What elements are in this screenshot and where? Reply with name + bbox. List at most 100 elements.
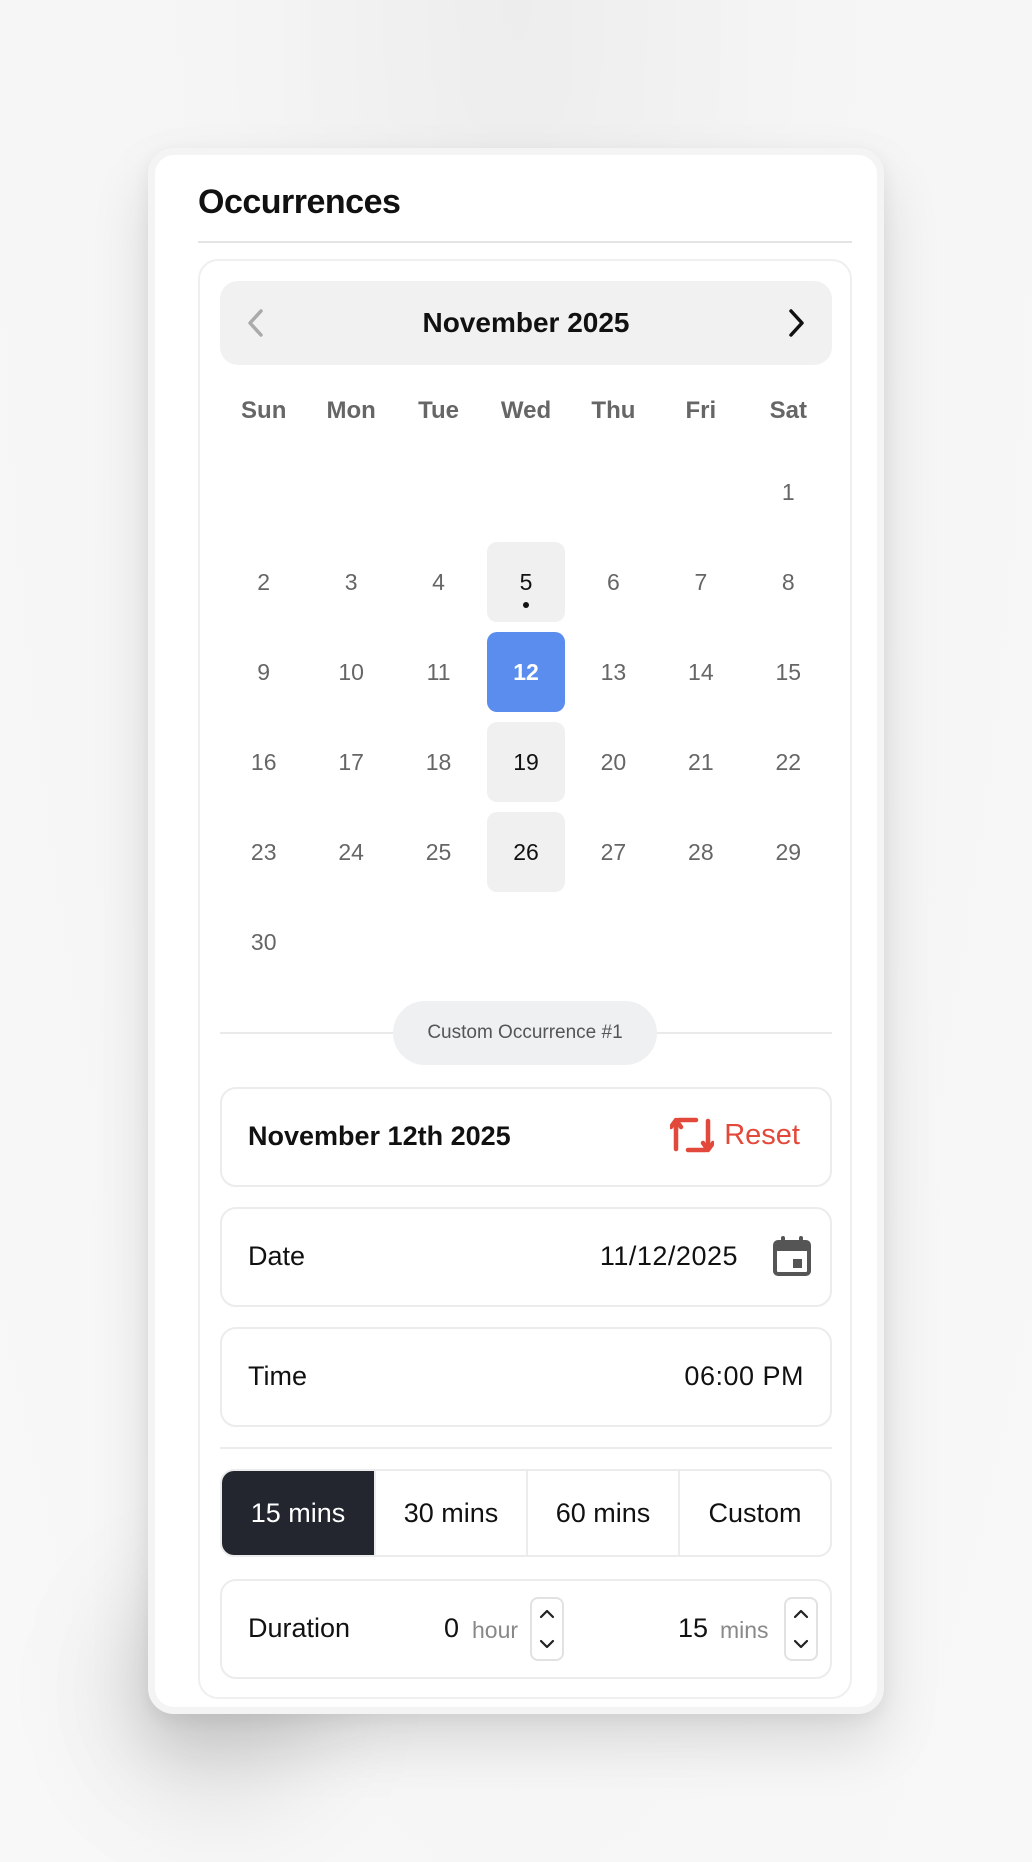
day-6[interactable]: 6 [574, 542, 652, 622]
day-number: 8 [781, 568, 795, 595]
empty-day-cell [220, 447, 307, 537]
day-number: 5 [519, 568, 533, 595]
day-19[interactable]: 19 [486, 722, 565, 802]
day-20[interactable]: 20 [574, 722, 652, 802]
day-number: 27 [600, 838, 627, 865]
minutes-increment-button[interactable] [786, 1599, 816, 1629]
hours-decrement-button[interactable] [532, 1629, 562, 1659]
day-number: 26 [513, 838, 539, 865]
empty-day-cell [307, 447, 394, 537]
day-23[interactable]: 23 [225, 812, 303, 892]
chevron-down-icon [539, 1639, 555, 1649]
preset-15-mins[interactable]: 15 mins [222, 1471, 374, 1555]
duration-presets: 15 mins 30 mins 60 mins Custom [220, 1469, 832, 1557]
day-cell: 8 [745, 537, 832, 627]
time-field[interactable]: Time 06:00 PM [220, 1327, 832, 1427]
day-3[interactable]: 3 [312, 542, 390, 622]
minutes-value[interactable]: 15 [678, 1613, 708, 1644]
day-cell: 16 [220, 717, 307, 807]
preset-custom[interactable]: Custom [678, 1471, 830, 1555]
title-divider [198, 241, 852, 243]
day-9[interactable]: 9 [225, 632, 303, 712]
day-number: 17 [338, 748, 364, 775]
day-29[interactable]: 29 [749, 812, 827, 892]
day-cell: 14 [657, 627, 744, 717]
day-7[interactable]: 7 [662, 542, 740, 622]
panel-title: Occurrences [198, 183, 401, 221]
repeat-icon [670, 1117, 715, 1153]
day-16[interactable]: 16 [225, 722, 303, 802]
empty-day-cell [657, 447, 744, 537]
day-number: 25 [425, 838, 452, 865]
chevron-right-icon [789, 309, 804, 337]
weekday-sun: Sun [241, 397, 287, 424]
day-number: 14 [688, 658, 714, 685]
weekday-header: Sun Mon Tue Wed Thu Fri Sat [220, 397, 832, 433]
day-17[interactable]: 17 [312, 722, 390, 802]
day-30[interactable]: 30 [225, 902, 303, 982]
section-divider [220, 1447, 832, 1449]
day-cell: 22 [745, 717, 832, 807]
day-22[interactable]: 22 [749, 722, 827, 802]
day-number: 20 [600, 748, 627, 775]
day-12[interactable]: 12 [486, 632, 565, 712]
day-14[interactable]: 14 [662, 632, 740, 712]
day-number: 7 [694, 568, 708, 595]
date-value[interactable]: 11/12/2025 [600, 1241, 738, 1272]
day-5[interactable]: 5 [486, 542, 565, 622]
time-label: Time [248, 1361, 307, 1391]
day-number: 11 [426, 658, 451, 685]
reset-button[interactable]: Reset [670, 1115, 800, 1155]
day-number: 1 [781, 478, 795, 505]
weekday-wed: Wed [500, 397, 552, 424]
day-number: 24 [338, 838, 364, 865]
day-cell: 17 [307, 717, 394, 807]
chevron-down-icon [793, 1639, 809, 1649]
day-8[interactable]: 8 [749, 542, 827, 622]
day-26[interactable]: 26 [486, 812, 565, 892]
reset-label: Reset [724, 1118, 800, 1151]
occurrence-header-row: November 12th 2025 Reset [220, 1087, 832, 1187]
day-4[interactable]: 4 [400, 542, 478, 622]
hours-increment-button[interactable] [532, 1599, 562, 1629]
empty-day-cell [482, 447, 569, 537]
day-cell: 23 [220, 807, 307, 897]
day-1[interactable]: 1 [749, 452, 827, 532]
day-number: 30 [250, 928, 277, 955]
day-21[interactable]: 21 [662, 722, 740, 802]
day-cell: 7 [657, 537, 744, 627]
day-cell: 27 [570, 807, 657, 897]
day-number: 16 [250, 748, 277, 775]
minutes-stepper [784, 1597, 818, 1661]
day-11[interactable]: 11 [400, 632, 478, 712]
minutes-decrement-button[interactable] [786, 1629, 816, 1659]
day-number: 19 [513, 748, 539, 775]
duration-label: Duration [248, 1613, 351, 1643]
empty-day-cell [570, 447, 657, 537]
chevron-up-icon [793, 1609, 809, 1619]
preset-60-mins[interactable]: 60 mins [526, 1471, 678, 1555]
day-2[interactable]: 2 [225, 542, 303, 622]
time-value[interactable]: 06:00 PM [684, 1361, 804, 1392]
preset-30-mins[interactable]: 30 mins [374, 1471, 526, 1555]
day-cell: 20 [570, 717, 657, 807]
day-number: 3 [344, 568, 358, 595]
day-18[interactable]: 18 [400, 722, 478, 802]
day-number: 9 [257, 658, 271, 685]
next-month-button[interactable] [776, 303, 816, 343]
day-15[interactable]: 15 [749, 632, 827, 712]
day-27[interactable]: 27 [574, 812, 652, 892]
month-navigator: November 2025 [220, 281, 832, 365]
day-cell: 10 [307, 627, 394, 717]
date-picker-button[interactable] [772, 1235, 812, 1282]
day-cell: 2 [220, 537, 307, 627]
day-10[interactable]: 10 [312, 632, 390, 712]
day-13[interactable]: 13 [574, 632, 652, 712]
day-24[interactable]: 24 [312, 812, 390, 892]
hours-value[interactable]: 0 [444, 1613, 459, 1644]
date-field[interactable]: Date 11/12/2025 [220, 1207, 832, 1307]
day-25[interactable]: 25 [400, 812, 478, 892]
weekday-thu: Thu [591, 397, 636, 424]
day-cell: 19 [482, 717, 569, 807]
day-28[interactable]: 28 [662, 812, 740, 892]
